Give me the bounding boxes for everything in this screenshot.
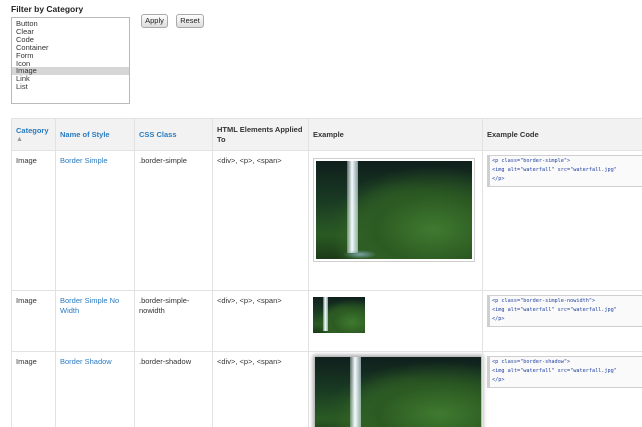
cell-html-elements: <div>, <p>, <span> [212, 351, 309, 427]
example-border-simple-nowidth [313, 297, 365, 333]
cell-example-code: <p class="border-shadow"> <img alt="wate… [482, 351, 642, 427]
cell-example [308, 290, 483, 352]
cell-css-class: .border-shadow [134, 351, 213, 427]
cell-category: Image [11, 351, 56, 427]
cell-example-code: <p class="border-simple"> <img alt="wate… [482, 150, 642, 291]
column-header-example: Example [308, 118, 483, 151]
code-line: <p class="border-simple"> [492, 158, 571, 164]
styles-table-container: Category ▲ Name of Style CSS Class HTML … [11, 118, 642, 427]
cell-category: Image [11, 290, 56, 352]
waterfall-image [313, 297, 365, 333]
reset-button[interactable]: Reset [176, 14, 204, 28]
style-name-link[interactable]: Border Shadow [55, 351, 135, 427]
cell-html-elements: <div>, <p>, <span> [212, 290, 309, 352]
code-snippet: <p class="border-shadow"> <img alt="wate… [487, 356, 642, 388]
column-header-html-elements: HTML Elements Applied To [212, 118, 309, 151]
code-line: <img alt="waterfall" src="waterfall.jpg" [492, 167, 617, 173]
code-line: </p> [492, 176, 505, 182]
column-header-css-class[interactable]: CSS Class [134, 118, 213, 151]
column-header-category[interactable]: Category ▲ [11, 118, 56, 151]
category-listbox[interactable]: Button Clear Code Container Form Icon Im… [11, 17, 130, 104]
category-option[interactable]: List [12, 83, 129, 91]
cell-example [308, 351, 483, 427]
code-line: <p class="border-simple-nowidth"> [492, 298, 596, 304]
filter-title: Filter by Category [11, 4, 84, 14]
column-header-name[interactable]: Name of Style [55, 118, 135, 151]
cell-css-class: .border-simple-nowidth [134, 290, 213, 352]
table-row: Image Border Simple .border-simple <div>… [11, 150, 642, 291]
code-snippet: <p class="border-simple-nowidth"> <img a… [487, 295, 642, 327]
code-line: </p> [492, 316, 505, 322]
code-line: </p> [492, 377, 505, 383]
category-option[interactable]: Link [12, 75, 129, 83]
column-header-example-code: Example Code [482, 118, 642, 151]
example-border-shadow [315, 357, 481, 427]
example-border-simple [313, 158, 475, 262]
code-line: <p class="border-shadow"> [492, 359, 571, 365]
table-row: Image Border Simple No Width .border-sim… [11, 290, 642, 352]
sort-ascending-icon[interactable]: ▲ [16, 136, 51, 144]
waterfall-image [315, 357, 481, 427]
code-line: <img alt="waterfall" src="waterfall.jpg" [492, 307, 617, 313]
cell-category: Image [11, 150, 56, 291]
cell-html-elements: <div>, <p>, <span> [212, 150, 309, 291]
cell-css-class: .border-simple [134, 150, 213, 291]
table-header-row: Category ▲ Name of Style CSS Class HTML … [11, 118, 642, 151]
style-name-link[interactable]: Border Simple [55, 150, 135, 291]
code-line: <img alt="waterfall" src="waterfall.jpg" [492, 368, 617, 374]
column-header-label: Category [16, 125, 49, 135]
styles-table: Category ▲ Name of Style CSS Class HTML … [11, 118, 642, 427]
style-name-link[interactable]: Border Simple No Width [55, 290, 135, 352]
waterfall-image [316, 161, 472, 259]
apply-button[interactable]: Apply [141, 14, 168, 28]
cell-example-code: <p class="border-simple-nowidth"> <img a… [482, 290, 642, 352]
code-snippet: <p class="border-simple"> <img alt="wate… [487, 155, 642, 187]
table-row: Image Border Shadow .border-shadow <div>… [11, 351, 642, 427]
cell-example [308, 150, 483, 291]
